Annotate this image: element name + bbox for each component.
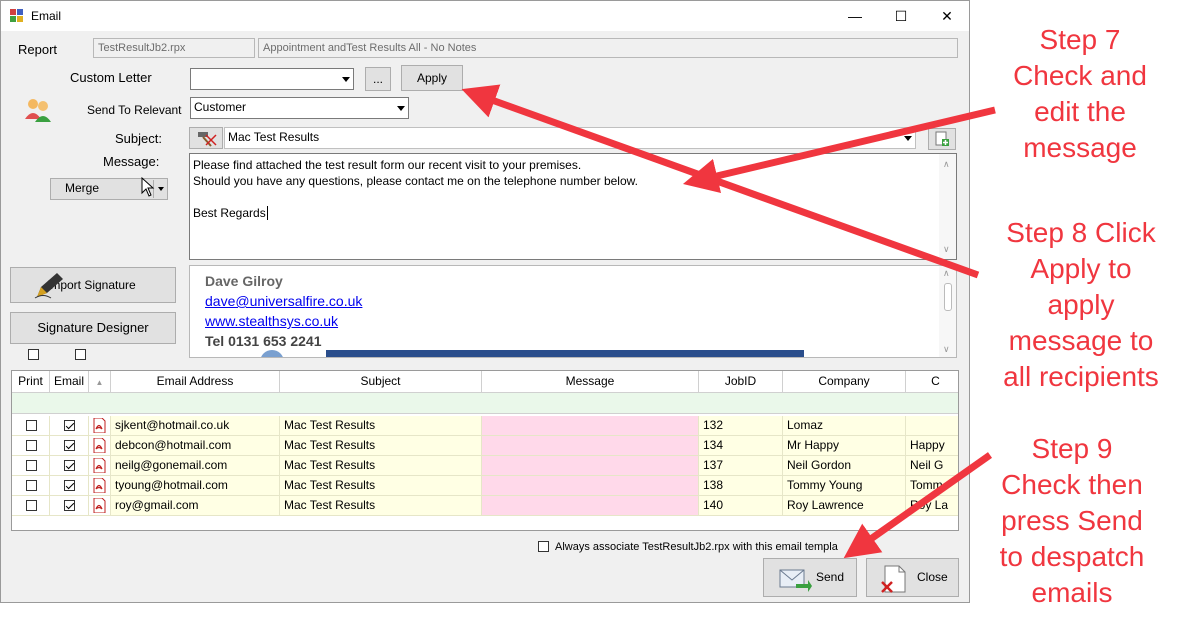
step9-arrow xyxy=(843,452,993,559)
step7-arrow xyxy=(682,106,996,193)
step8-arrow xyxy=(461,84,980,279)
annotation-arrows xyxy=(461,84,996,559)
